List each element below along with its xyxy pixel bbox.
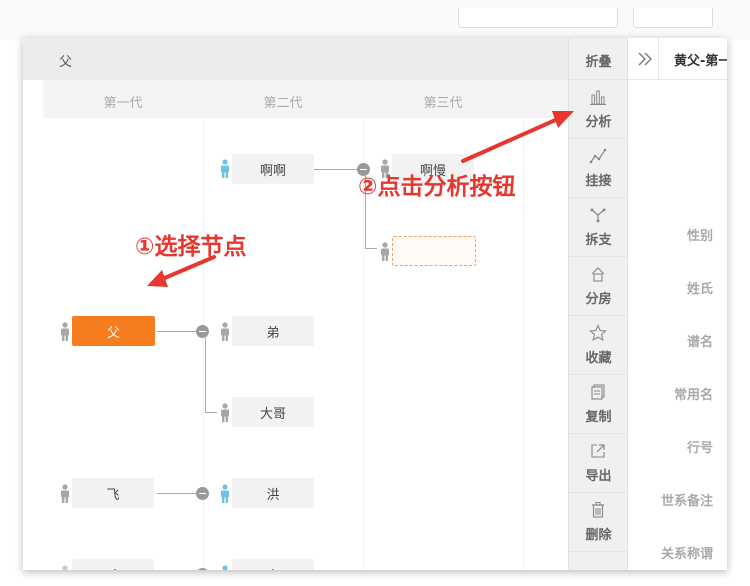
annotation-arrow-head bbox=[552, 111, 574, 128]
annotation-arrows bbox=[147, 111, 574, 287]
annotation-arrow-line bbox=[158, 255, 216, 282]
annotation-arrow-head bbox=[147, 270, 168, 287]
screen: 父 第一代 第二代 第三代 啊啊 啊慢 父 弟 大哥 飞 洪 折叠 分析 挂接 … bbox=[0, 0, 750, 586]
annotation-arrow-line bbox=[461, 116, 562, 163]
